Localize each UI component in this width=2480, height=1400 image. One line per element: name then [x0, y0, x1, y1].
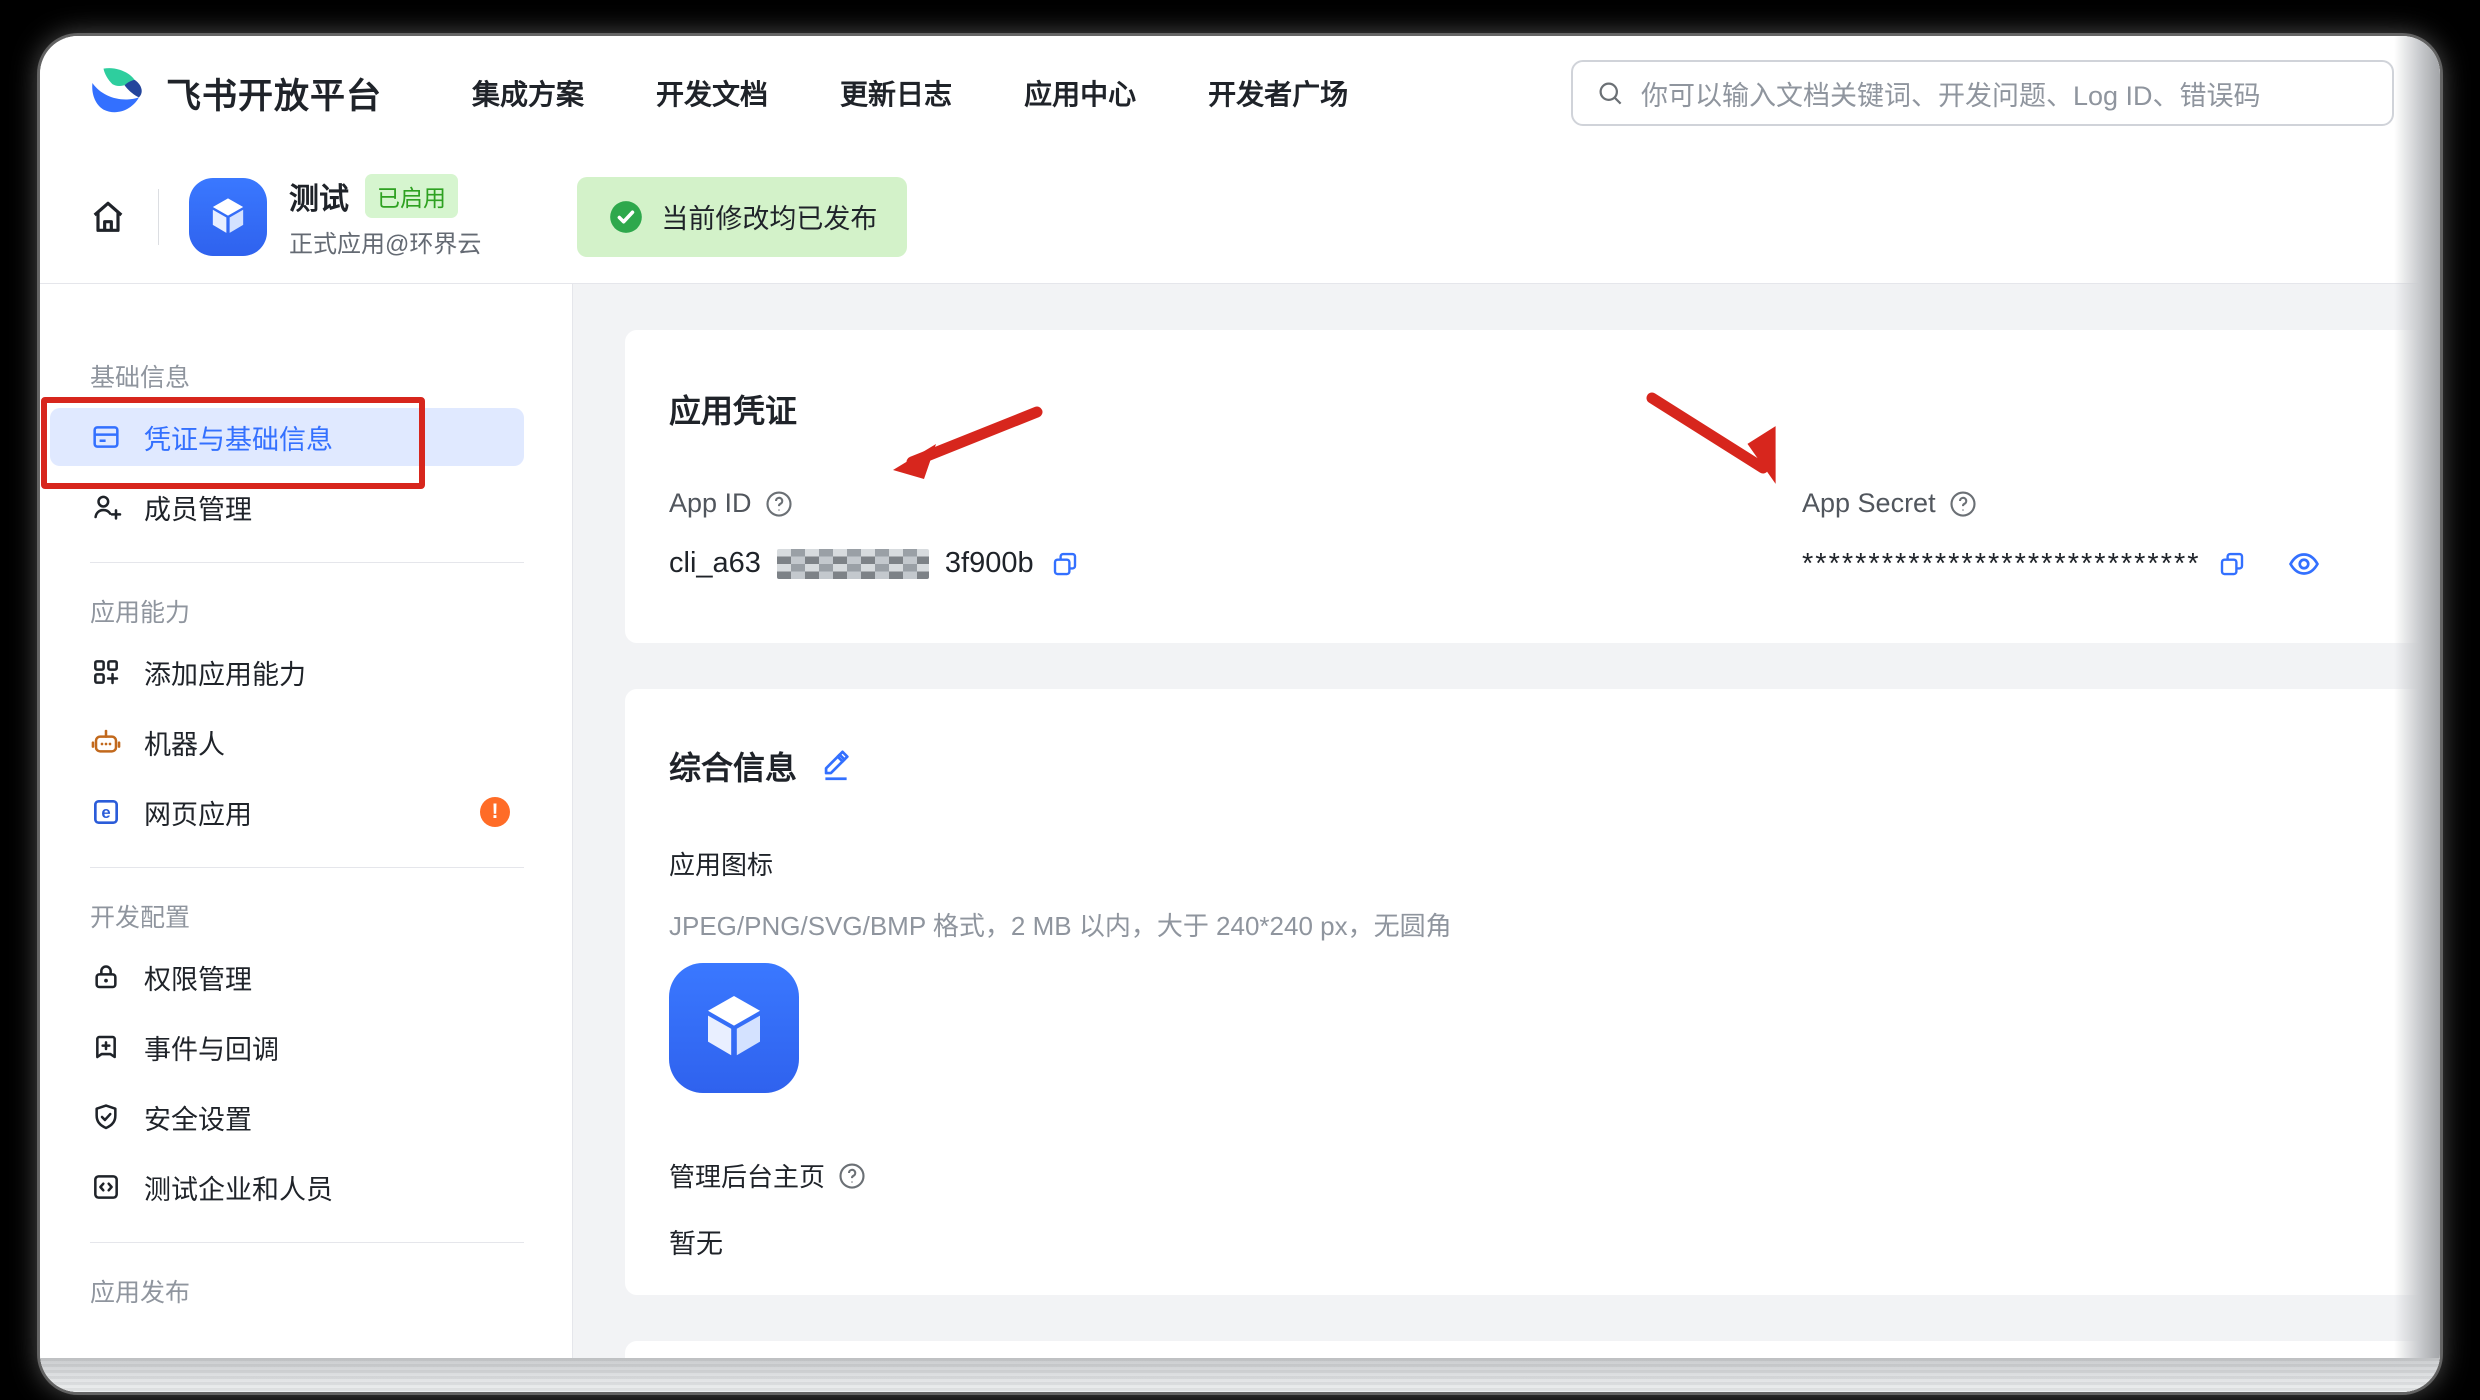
- app-header: 测试 已启用 正式应用@环界云 当前修改均已发布: [40, 150, 2440, 284]
- app-id-suffix: 3f900b: [945, 547, 1034, 580]
- search-icon: [1595, 78, 1625, 108]
- sidebar-item-label: 权限管理: [144, 958, 252, 997]
- sidebar-divider: [90, 867, 524, 868]
- sidebar-item-label: 事件与回调: [144, 1028, 279, 1067]
- sidebar-item-测试企业和人员[interactable]: 测试企业和人员: [50, 1158, 524, 1216]
- sidebar-item-网页应用[interactable]: e 网页应用!: [50, 783, 524, 841]
- nav-menu: 集成方案 开发文档 更新日志 应用中心 开发者广场: [472, 73, 1348, 113]
- sidebar-section-title: 基础信息: [90, 358, 572, 394]
- edit-icon[interactable]: [819, 749, 853, 783]
- home-icon[interactable]: [88, 197, 128, 237]
- top-navbar: 飞书开放平台 集成方案 开发文档 更新日志 应用中心 开发者广场 你可以输入文档关键词、…: [40, 36, 2440, 150]
- lock-icon: [90, 961, 122, 993]
- cube-glyph: [200, 189, 256, 245]
- nav-item[interactable]: 开发文档: [656, 73, 768, 113]
- main-content: 应用凭证 App ID cli_a633f90: [573, 284, 2440, 1392]
- sidebar-item-label: 成员管理: [144, 488, 252, 527]
- nav-item[interactable]: 开发者广场: [1208, 73, 1348, 113]
- app-icon-preview: [669, 963, 799, 1093]
- app-id-prefix: cli_a63: [669, 547, 761, 580]
- app-avatar: [189, 178, 267, 256]
- sidebar-item-安全设置[interactable]: 安全设置: [50, 1088, 524, 1146]
- credentials-card-title: 应用凭证: [669, 386, 797, 432]
- app-icon-label: 应用图标: [669, 845, 773, 882]
- sidebar-item-成员管理[interactable]: 成员管理: [50, 478, 524, 536]
- alert-badge: !: [480, 797, 510, 827]
- app-id-label: App ID: [669, 488, 752, 519]
- general-card-title: 综合信息: [669, 743, 797, 789]
- app-secret-label: App Secret: [1802, 488, 1936, 519]
- app-id-help-icon[interactable]: [764, 489, 794, 519]
- sidebar-item-机器人[interactable]: 机器人: [50, 713, 524, 771]
- next-card-stub: [625, 1341, 2440, 1392]
- homepage-value: 暂无: [669, 1222, 2411, 1261]
- homepage-label: 管理后台主页: [669, 1157, 825, 1194]
- sidebar-item-label: 添加应用能力: [144, 653, 306, 692]
- member-add-icon: [90, 491, 122, 523]
- sidebar-item-事件与回调[interactable]: 事件与回调: [50, 1018, 524, 1076]
- robot-icon: [90, 726, 122, 758]
- app-secret-help-icon[interactable]: [1948, 489, 1978, 519]
- general-info-card: 综合信息 应用图标 JPEG/PNG/SVG/BMP 格式，2 MB 以内，大于…: [625, 689, 2440, 1295]
- app-name: 测试: [289, 174, 349, 218]
- search-placeholder: 你可以输入文档关键词、开发问题、Log ID、错误码: [1641, 74, 2261, 113]
- app-secret-masked: ******************************: [1802, 548, 2201, 581]
- sidebar: 基础信息凭证与基础信息成员管理应用能力添加应用能力机器人 e 网页应用! 开发配置权限…: [40, 284, 573, 1392]
- nav-item[interactable]: 更新日志: [840, 73, 952, 113]
- nav-item[interactable]: 集成方案: [472, 73, 584, 113]
- sidebar-item-label: 机器人: [144, 723, 225, 762]
- sidebar-item-label: 网页应用: [144, 793, 252, 832]
- search-input[interactable]: 你可以输入文档关键词、开发问题、Log ID、错误码: [1571, 60, 2394, 126]
- app-secret-reveal-icon[interactable]: [2287, 547, 2321, 581]
- homepage-help-icon[interactable]: [837, 1161, 867, 1191]
- sidebar-item-添加应用能力[interactable]: 添加应用能力: [50, 643, 524, 701]
- divider: [158, 189, 159, 245]
- feishu-logo-icon: [88, 66, 150, 120]
- feishu-logo[interactable]: 飞书开放平台: [88, 66, 382, 120]
- code-icon: [90, 1171, 122, 1203]
- sidebar-section-title: 应用发布: [90, 1273, 572, 1309]
- sidebar-item-label: 凭证与基础信息: [144, 418, 333, 457]
- sidebar-section-title: 开发配置: [90, 898, 572, 934]
- svg-text:e: e: [101, 803, 110, 822]
- sidebar-section-title: 应用能力: [90, 593, 572, 629]
- event-callback-icon: [90, 1031, 122, 1063]
- logo-text: 飞书开放平台: [166, 68, 382, 119]
- credential-icon: [90, 421, 122, 453]
- sidebar-item-凭证与基础信息[interactable]: 凭证与基础信息: [50, 408, 524, 466]
- publish-status-pill: 当前修改均已发布: [577, 177, 907, 257]
- app-id-copy-icon[interactable]: [1050, 549, 1080, 579]
- app-id-redacted: [777, 549, 929, 579]
- enabled-badge: 已启用: [365, 174, 458, 218]
- sidebar-divider: [90, 562, 524, 563]
- publish-status-text: 当前修改均已发布: [661, 197, 877, 236]
- sidebar-divider: [90, 1242, 524, 1243]
- web-app-icon: e: [90, 796, 122, 828]
- app-subtitle: 正式应用@环界云: [289, 224, 481, 259]
- shield-check-icon: [90, 1101, 122, 1133]
- add-capability-icon: [90, 656, 122, 688]
- credentials-card: 应用凭证 App ID cli_a633f90: [625, 330, 2440, 643]
- cube-glyph: [686, 980, 782, 1076]
- browser-window: 飞书开放平台 集成方案 开发文档 更新日志 应用中心 开发者广场 你可以输入文档关键词、…: [40, 36, 2440, 1392]
- app-secret-copy-icon[interactable]: [2217, 549, 2247, 579]
- nav-item[interactable]: 应用中心: [1024, 73, 1136, 113]
- sidebar-item-label: 安全设置: [144, 1098, 252, 1137]
- check-circle-icon: [607, 198, 645, 236]
- sidebar-item-label: 测试企业和人员: [144, 1168, 333, 1207]
- app-icon-hint: JPEG/PNG/SVG/BMP 格式，2 MB 以内，大于 240*240 p…: [669, 906, 2411, 943]
- sidebar-item-权限管理[interactable]: 权限管理: [50, 948, 524, 1006]
